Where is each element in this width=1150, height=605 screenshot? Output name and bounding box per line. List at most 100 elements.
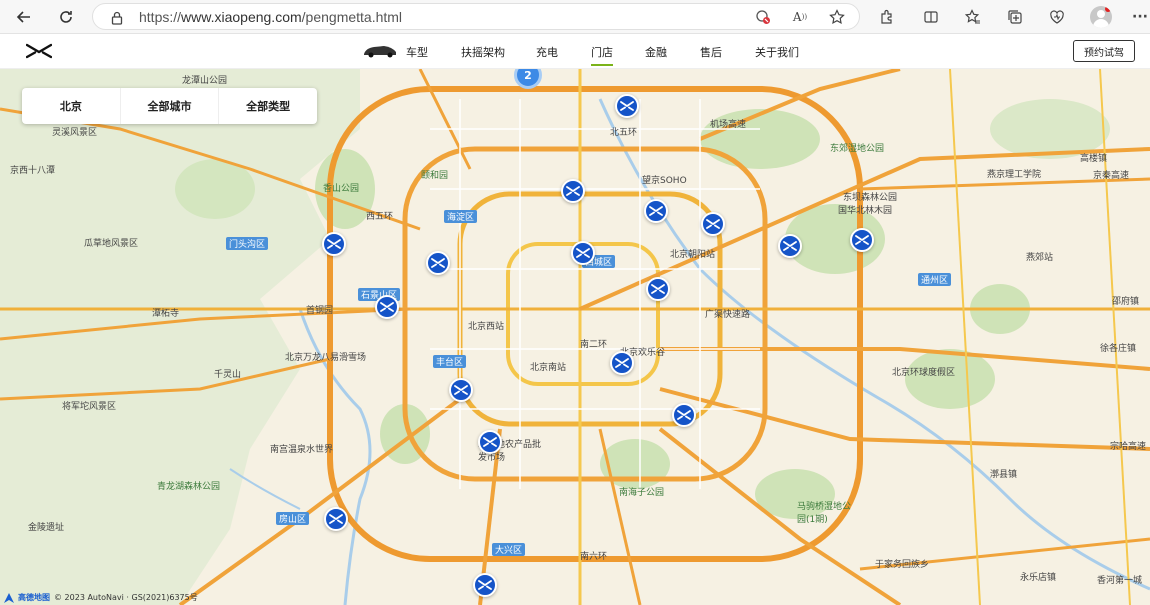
attribution-brand[interactable]: 高德地图 [18,592,50,603]
map-label: 国华北林木园 [838,206,893,216]
map-label: 北京万龙八易滑雪场 [285,353,367,363]
map-label: 北京环球度假区 [892,368,956,378]
store-marker[interactable] [426,251,450,275]
map-label: 南六环 [580,552,608,562]
map-label: 宗哈高速 [1110,442,1147,452]
map-label: 燕郊站 [1026,253,1054,263]
refresh-icon[interactable] [54,5,78,29]
store-marker[interactable] [324,507,348,531]
collections-icon[interactable] [1005,7,1025,27]
map-label: 高楼镇 [1080,154,1108,164]
nav-finance[interactable]: 金融 [645,44,667,60]
map-label: 永乐店镇 [1020,573,1057,583]
filter-store-type[interactable]: 全部类型 [219,88,317,124]
address-bar[interactable]: https://www.xiaopeng.com/pengmetta.html … [92,3,860,30]
store-marker[interactable] [571,241,595,265]
profile-avatar[interactable] [1090,6,1112,28]
map-label: 京西十八潭 [10,166,56,176]
map-label: 潭柘寺 [152,309,180,319]
xpeng-logo-icon [649,206,663,216]
store-map[interactable]: 龙潭山公园 灵溪风景区 京西十八潭 瓜草地风景区 潭柘寺 千灵山 将军坨风景区 … [0,69,1150,605]
store-marker[interactable] [473,573,497,597]
nav-architecture[interactable]: 扶摇架构 [461,44,505,60]
url-path: /pengmetta.html [301,9,403,25]
tracking-blocked-icon[interactable] [753,7,773,27]
split-screen-icon[interactable] [921,7,941,27]
xpeng-logo-icon [677,410,691,420]
map-label: 龙潭山公园 [182,76,228,86]
map-label: 南海子公园 [619,488,665,498]
read-aloud-icon[interactable]: A)) [790,7,810,27]
map-label: 东郊湿地公园 [830,144,885,154]
district-label: 丰台区 [433,355,467,368]
district-label: 大兴区 [492,543,526,556]
store-marker[interactable] [561,179,585,203]
favorite-star-icon[interactable] [827,7,847,27]
xpeng-logo-icon [380,302,394,312]
map-label: 燕京理工学院 [987,170,1042,180]
nav-about-us[interactable]: 关于我们 [755,44,799,60]
xpeng-logo-icon [615,358,629,368]
xpeng-logo[interactable] [25,43,53,63]
map-label: 北京南站 [530,363,567,373]
map-label: 机场高速 [710,120,747,130]
nav-models[interactable]: 车型 [406,44,428,60]
store-marker[interactable] [322,232,346,256]
store-marker[interactable] [375,295,399,319]
extensions-icon[interactable] [877,7,897,27]
store-marker[interactable] [850,228,874,252]
favorites-icon[interactable] [963,7,983,27]
xpeng-logo-icon [783,241,797,251]
back-icon[interactable] [12,5,36,29]
map-label: 香河第一城 [1097,576,1143,586]
map-label: 南宫温泉水世界 [270,445,334,455]
nav-stores[interactable]: 门店 [591,44,613,66]
map-label: 徐各庄镇 [1100,344,1137,354]
map-label: 马驹桥湿地公园(1期) [797,502,852,525]
url-text[interactable]: https://www.xiaopeng.com/pengmetta.html [139,9,402,25]
book-test-drive-button[interactable]: 预约试驾 [1073,40,1135,62]
map-label: 北京西站 [468,322,505,332]
map-base [0,69,1150,605]
nav-after-sales[interactable]: 售后 [700,44,722,60]
nav-charging[interactable]: 充电 [536,44,558,60]
store-marker[interactable] [672,403,696,427]
map-label: 首钢园 [306,306,334,316]
map-label: 北五环 [610,128,638,138]
store-marker[interactable] [610,351,634,375]
map-label: 广渠快速路 [705,310,751,320]
xpeng-logo-icon [327,239,341,249]
xpeng-logo-icon [566,186,580,196]
browser-essentials-icon[interactable] [1047,7,1067,27]
map-label: 颐和园 [421,171,449,181]
store-marker[interactable] [478,430,502,454]
filter-city[interactable]: 全部城市 [121,88,220,124]
more-icon[interactable]: ··· [1130,7,1150,27]
map-label: 香山公园 [323,184,360,194]
xpeng-logo-icon [620,101,634,111]
url-host: www.xiaopeng.com [181,9,302,25]
map-label: 南二环 [580,340,608,350]
xpeng-logo-icon [478,580,492,590]
notification-dot [1105,6,1111,12]
xpeng-logo-icon [329,514,343,524]
map-label: 漷县镇 [990,470,1018,480]
map-label: 金陵遗址 [28,523,65,533]
store-marker[interactable] [701,212,725,236]
map-label: 于家务回族乡 [875,560,930,570]
map-label: 青龙湖森林公园 [157,482,221,492]
xpeng-logo-icon [651,284,665,294]
store-marker[interactable] [449,378,473,402]
store-filter-panel: 北京 全部城市 全部类型 [22,88,317,124]
store-marker[interactable] [778,234,802,258]
lock-icon[interactable] [111,10,123,29]
map-label: 北京朝阳站 [670,250,716,260]
xpeng-logo-icon [431,258,445,268]
map-label: 瓜草地风景区 [84,239,139,249]
xpeng-logo-icon [483,437,497,447]
filter-province[interactable]: 北京 [22,88,121,124]
district-label: 海淀区 [444,210,478,223]
store-marker[interactable] [646,277,670,301]
store-marker[interactable] [615,94,639,118]
store-marker[interactable] [644,199,668,223]
